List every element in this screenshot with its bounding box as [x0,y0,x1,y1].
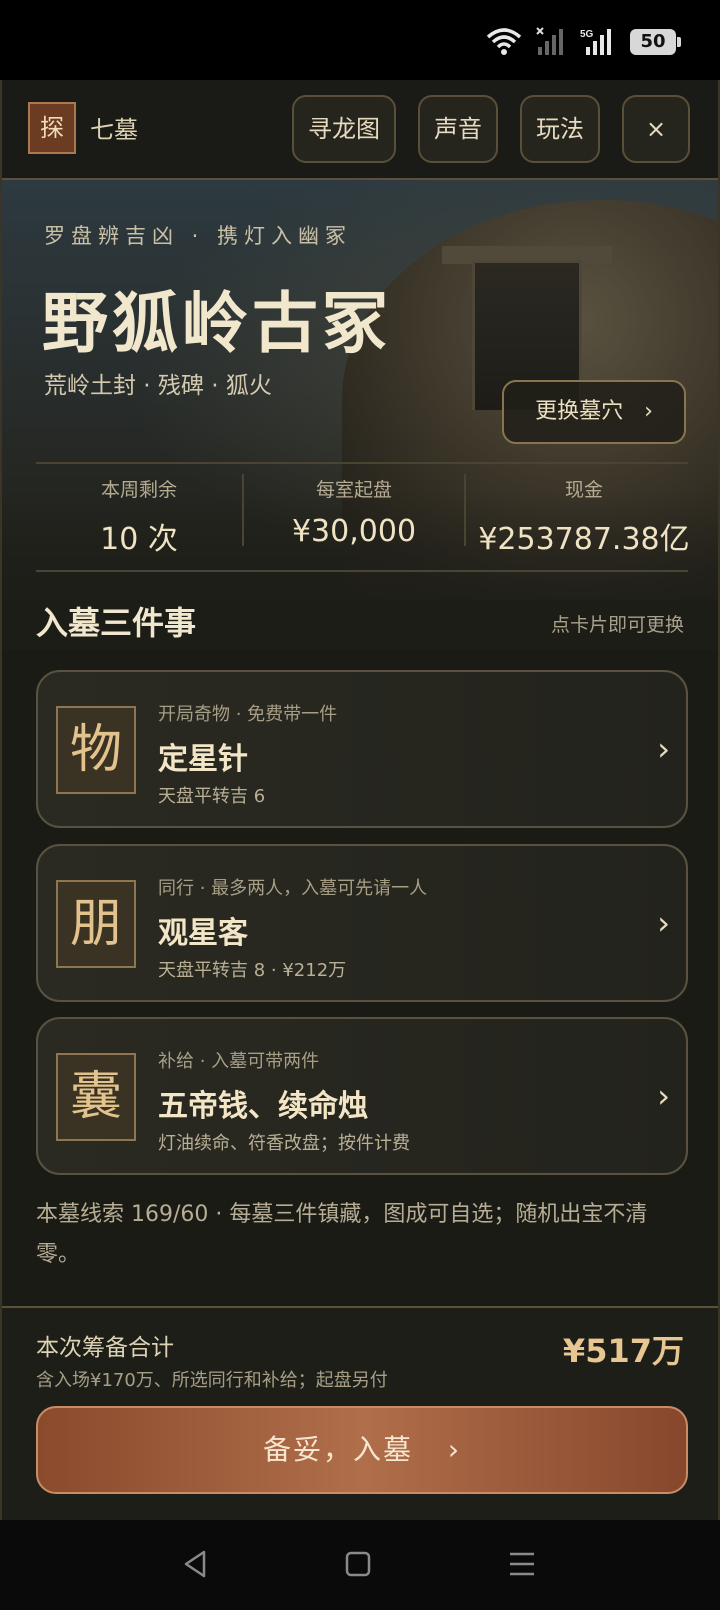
companion-card[interactable]: 朋 同行 · 最多两人，入墓可先请一人 观星客 天盘平转吉 8 · ¥212万 … [36,844,688,1002]
card-kicker: 开局奇物 · 免费带一件 [158,704,338,725]
section-title: 入墓三件事 [36,604,197,642]
chevron-right-icon: › [644,399,653,424]
close-button[interactable]: × [622,95,690,163]
stat-value: ¥253787.38亿 [478,522,690,557]
stat-value: ¥30,000 [291,514,417,549]
app-title: 七墓 [90,116,138,144]
total-amount: ¥517万 [562,1332,684,1370]
card-detail: 灯油续命、符香改盘；按件计费 [158,1133,410,1154]
card-detail: 天盘平转吉 8 · ¥212万 [158,960,347,981]
system-nav-bar [0,1520,720,1610]
tomb-title: 野狐岭古冢 [42,285,392,362]
stat-value: 10 次 [100,522,178,557]
card-kicker: 同行 · 最多两人，入墓可先请一人 [158,878,428,899]
top-bar: 探 七墓 寻龙图 声音 玩法 × [2,80,718,180]
sound-button[interactable]: 声音 [418,95,498,163]
hero-tagline: 罗盘辨吉凶 · 携灯入幽冢 [44,224,353,248]
menu-icon[interactable] [502,1544,542,1584]
stat-cash: 现金 ¥253787.38亿 [466,475,702,558]
change-tomb-button[interactable]: 更换墓穴 › [502,380,686,444]
stat-label: 本周剩余 [100,479,177,501]
item-card[interactable]: 物 开局奇物 · 免费带一件 定星针 天盘平转吉 6 › [36,670,688,828]
divider [36,570,688,572]
clue-info-text: 本墓线索 169/60 · 每墓三件镇藏，图成可自选；随机出宝不清零。 [36,1202,648,1267]
total-breakdown: 含入场¥170万、所选同行和补给；起盘另付 [36,1370,388,1391]
section-hint: 点卡片即可更换 [550,614,684,636]
screen: 5G 50 探 七墓 寻龙图 声音 玩法 × 罗盘辨吉凶 · 携灯入幽冢 野狐岭… [0,0,720,1610]
network-label: 5G [580,29,594,40]
card-name: 观星客 [158,916,248,951]
app-logo: 探 [28,102,76,154]
enter-tomb-label: 备妥，入墓 [262,1433,413,1466]
chevron-right-icon: › [657,730,670,768]
enter-tomb-button[interactable]: 备妥，入墓 › [36,1406,688,1494]
app-window: 探 七墓 寻龙图 声音 玩法 × 罗盘辨吉凶 · 携灯入幽冢 野狐岭古冢 荒岭土… [0,80,720,1520]
card-glyph: 囊 [56,1053,136,1141]
hero-banner: 罗盘辨吉凶 · 携灯入幽冢 野狐岭古冢 荒岭土封 · 残碑 · 狐火 更换墓穴 … [2,180,718,650]
card-glyph: 物 [56,706,136,794]
card-kicker: 补给 · 入墓可带两件 [158,1051,320,1072]
summary-footer: 本次筹备合计 含入场¥170万、所选同行和补给；起盘另付 ¥517万 备妥，入墓… [2,1306,718,1520]
card-name: 定星针 [158,742,248,777]
stat-room-start: 每室起盘 ¥30,000 [244,475,464,549]
status-icons: 5G 50 [486,26,681,58]
divider [36,462,688,464]
back-icon[interactable] [176,1544,216,1584]
supplies-card[interactable]: 囊 补给 · 入墓可带两件 五帝钱、续命烛 灯油续命、符香改盘；按件计费 › [36,1017,688,1175]
signal-5g-icon: 5G [580,29,611,55]
total-label: 本次筹备合计 [36,1335,174,1361]
chevron-right-icon: › [447,1433,462,1466]
status-bar: 5G 50 [0,0,720,80]
stat-weekly-remaining: 本周剩余 10 次 [36,475,242,558]
chevron-right-icon: › [657,1077,670,1115]
stat-label: 每室起盘 [315,479,392,501]
rules-button[interactable]: 玩法 [520,95,600,163]
wifi-icon [486,28,522,55]
no-signal-icon [536,27,563,55]
battery-icon: 50 [630,29,681,55]
map-button[interactable]: 寻龙图 [292,95,396,163]
tomb-subtitle: 荒岭土封 · 残碑 · 狐火 [44,373,272,399]
home-icon[interactable] [338,1544,378,1584]
card-glyph: 朋 [56,880,136,968]
card-detail: 天盘平转吉 6 [158,786,266,807]
change-tomb-label: 更换墓穴 [535,399,624,424]
card-name: 五帝钱、续命烛 [158,1089,368,1124]
stat-label: 现金 [564,479,603,501]
chevron-right-icon: › [657,904,670,942]
